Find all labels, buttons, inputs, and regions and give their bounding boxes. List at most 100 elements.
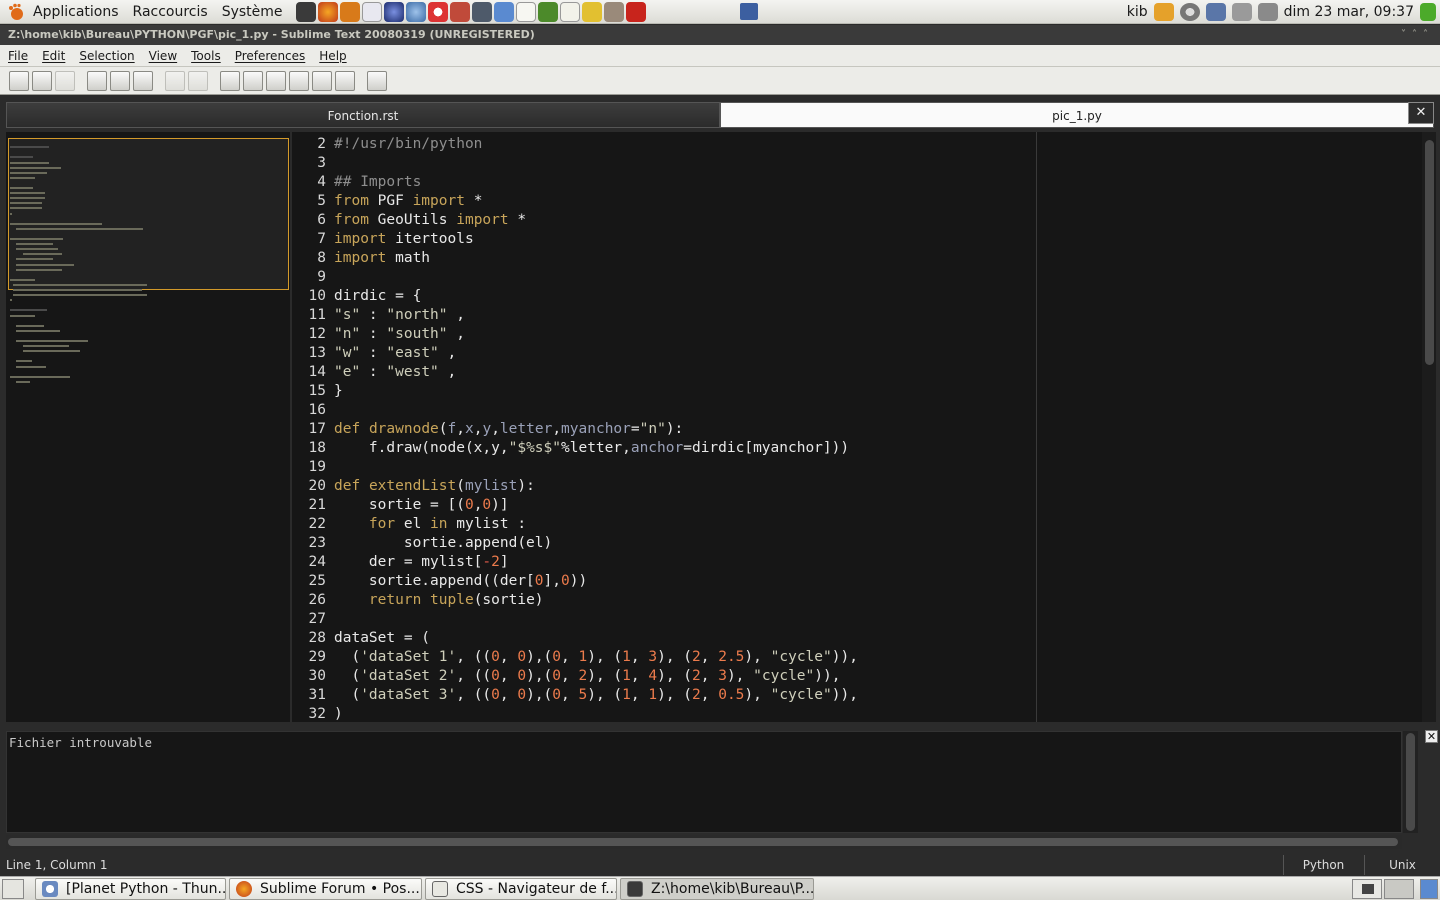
code-line[interactable]: ('dataSet 2', ((0, 0),(0, 2), (1, 4), (2… [334, 668, 840, 684]
menu-view[interactable]: View [141, 49, 183, 63]
bug-launcher-icon[interactable] [581, 1, 602, 22]
layout-single-icon[interactable] [220, 70, 240, 91]
menu-selection[interactable]: Selection [71, 49, 140, 63]
layout-three-columns-icon[interactable] [266, 70, 286, 91]
tools-launcher-icon[interactable] [339, 1, 360, 22]
code-line[interactable]: from PGF import * [334, 193, 482, 209]
menu-tools[interactable]: Tools [183, 49, 227, 63]
help-launcher-icon[interactable] [427, 1, 448, 22]
tux-launcher-icon[interactable] [537, 1, 558, 22]
code-line[interactable]: sortie.append((der[0],0)) [334, 573, 587, 589]
spinner-icon[interactable] [1179, 3, 1200, 21]
printer-icon[interactable] [1231, 3, 1252, 21]
package-launcher-icon[interactable] [603, 1, 624, 22]
code-line[interactable]: sortie.append(el) [334, 535, 552, 551]
menu-preferences[interactable]: Preferences [227, 49, 312, 63]
tab-pic-1-py[interactable]: pic_1.py [720, 102, 1434, 128]
code-line[interactable]: "n" : "south" , [334, 326, 465, 342]
systeme-menu[interactable]: Système [215, 4, 290, 20]
code-editor[interactable]: 2 #!/usr/bin/python 3 4 ## Imports 5 from PGF … [292, 132, 1422, 722]
code-line[interactable]: return tuple(sortie) [334, 592, 544, 608]
code-line[interactable]: sortie = [(0,0)] [334, 497, 509, 513]
workspace-3[interactable] [1420, 879, 1438, 899]
code-line[interactable]: from GeoUtils import * [334, 212, 526, 228]
workspace-1[interactable] [1352, 879, 1382, 899]
code-line[interactable]: ('dataSet 1', ((0, 0),(0, 1), (1, 3), (2… [334, 649, 857, 665]
code-line[interactable]: "s" : "north" , [334, 307, 465, 323]
paste-icon[interactable] [133, 70, 153, 91]
layout-two-columns-icon[interactable] [243, 70, 263, 91]
show-desktop-icon[interactable] [2, 879, 24, 899]
network-icon[interactable] [1205, 3, 1226, 21]
code-line[interactable]: ('dataSet 3', ((0, 0),(0, 5), (1, 1), (2… [334, 687, 857, 703]
code-line[interactable]: "e" : "west" , [334, 364, 456, 380]
code-line[interactable]: for el in mylist : [334, 516, 526, 532]
applications-menu[interactable]: Applications [26, 4, 126, 20]
settings-launcher-icon[interactable] [295, 1, 316, 22]
layout-grid-icon[interactable] [335, 70, 355, 91]
firefox-launcher-icon[interactable] [317, 1, 338, 22]
text-editor-launcher-icon[interactable] [559, 1, 580, 22]
cut-icon[interactable] [87, 70, 107, 91]
save-icon[interactable] [55, 70, 75, 91]
gnome-foot-icon[interactable] [6, 2, 26, 22]
close-tab-icon[interactable]: ✕ [1408, 102, 1434, 124]
task-sublime-forum[interactable]: Sublime Forum • Pos... [229, 878, 422, 900]
workspace-2[interactable] [1384, 879, 1414, 899]
code-line[interactable]: import math [334, 250, 430, 266]
fullscreen-icon[interactable] [367, 70, 387, 91]
code-line[interactable]: "w" : "east" , [334, 345, 456, 361]
filezilla-launcher-icon[interactable] [625, 1, 646, 22]
window-titlebar[interactable]: Z:\home\kib\Bureau\PYTHON\PGF\pic_1.py -… [0, 25, 1440, 45]
scroll-thumb[interactable] [8, 838, 1398, 846]
menu-edit[interactable]: Edit [34, 49, 71, 63]
layout-three-rows-icon[interactable] [312, 70, 332, 91]
panel-applet-icon[interactable] [740, 3, 758, 20]
syntax-selector[interactable]: Python [1283, 855, 1363, 875]
layout-two-rows-icon[interactable] [289, 70, 309, 91]
code-line[interactable]: dataSet = ( [334, 630, 430, 646]
open-file-icon[interactable] [32, 70, 52, 91]
document-launcher-icon[interactable] [515, 1, 536, 22]
chat-launcher-icon[interactable] [493, 1, 514, 22]
output-panel[interactable]: Fichier introuvable [6, 731, 1402, 833]
menu-file[interactable]: File [0, 49, 34, 63]
new-file-icon[interactable] [9, 70, 29, 91]
code-line[interactable]: ) [334, 706, 343, 722]
redo-icon[interactable] [188, 70, 208, 91]
close-output-icon[interactable]: ✕ [1425, 730, 1438, 743]
code-line[interactable]: ## Imports [334, 174, 421, 190]
scroll-thumb[interactable] [1425, 140, 1434, 365]
task-sublime-editor[interactable]: Z:\home\kib\Bureau\P... [620, 878, 814, 900]
scroll-thumb[interactable] [1406, 733, 1415, 831]
moon-launcher-icon[interactable] [383, 1, 404, 22]
output-horizontal-scrollbar[interactable] [6, 835, 1402, 849]
minimap-viewport[interactable] [8, 138, 289, 290]
code-line[interactable]: der = mylist[-2] [334, 554, 509, 570]
menu-help[interactable]: Help [311, 49, 352, 63]
logout-icon[interactable] [1420, 3, 1436, 21]
recycle-launcher-icon[interactable] [471, 1, 492, 22]
code-line[interactable]: f.draw(node(x,y,"$%s$"%letter,anchor=dir… [334, 440, 849, 456]
window-controls[interactable]: ˅˄˄ [1401, 25, 1434, 45]
output-vertical-scrollbar[interactable] [1403, 731, 1418, 833]
copy-icon[interactable] [110, 70, 130, 91]
globe-launcher-icon[interactable] [405, 1, 426, 22]
undo-icon[interactable] [165, 70, 185, 91]
chart-launcher-icon[interactable] [449, 1, 470, 22]
code-line[interactable]: def drawnode(f,x,y,letter,myanchor="n"): [334, 421, 683, 437]
code-line[interactable]: dirdic = { [334, 288, 421, 304]
network-launcher-icon[interactable] [361, 1, 382, 22]
username[interactable]: kib [1127, 4, 1148, 20]
code-line[interactable]: def extendList(mylist): [334, 478, 535, 494]
minimap[interactable] [6, 132, 290, 722]
task-planet-python[interactable]: [Planet Python - Thun... [35, 878, 226, 900]
editor-vertical-scrollbar[interactable] [1422, 132, 1436, 722]
code-line[interactable]: import itertools [334, 231, 474, 247]
clock[interactable]: dim 23 mar, 09:37 [1284, 4, 1414, 20]
code-line[interactable]: #!/usr/bin/python [334, 136, 482, 152]
volume-icon[interactable] [1257, 3, 1278, 21]
raccourcis-menu[interactable]: Raccourcis [126, 4, 215, 20]
task-css-navigateur[interactable]: CSS - Navigateur de f... [425, 878, 617, 900]
keys-icon[interactable] [1153, 3, 1174, 21]
